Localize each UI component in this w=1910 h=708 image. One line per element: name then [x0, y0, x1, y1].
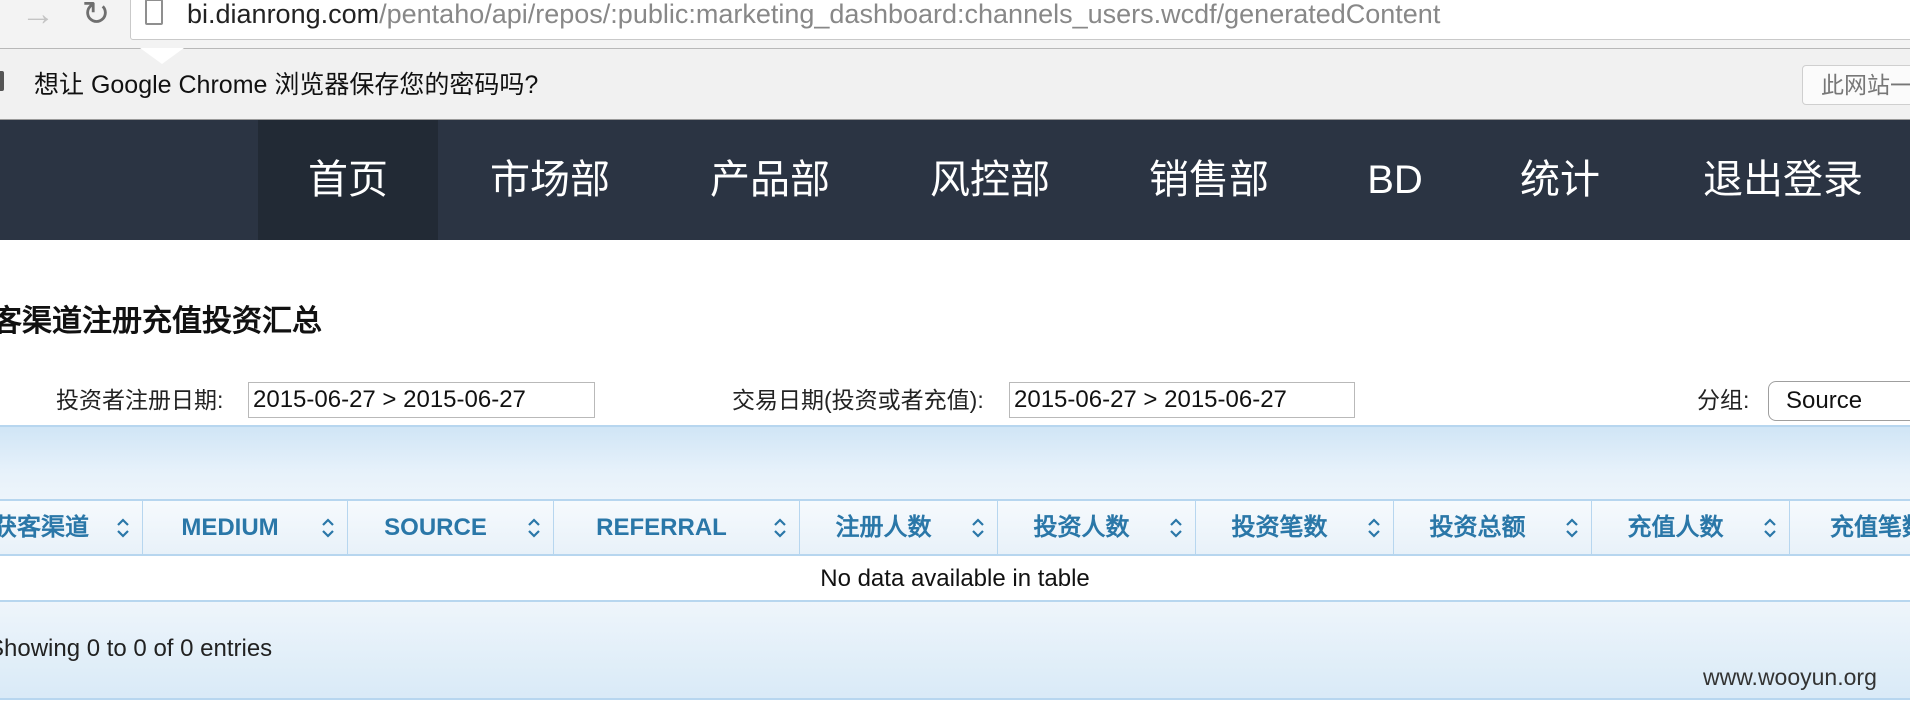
nav-item-marketing[interactable]: 市场部 — [465, 120, 635, 240]
column-header-label: 获客渠道 — [0, 514, 89, 541]
column-header-registrations[interactable]: 注册人数 — [800, 501, 998, 554]
table-header: 获客渠道 MEDIUM SOURCE REFERRAL 注册人数 投资人数 投资… — [0, 499, 1910, 556]
sort-icon — [322, 518, 334, 538]
url-text[interactable]: bi.dianrong.com/pentaho/api/repos/:publi… — [187, 0, 1440, 29]
group-label: 分组: — [1697, 387, 1750, 413]
url-host: bi.dianrong.com — [187, 0, 380, 29]
trade-date-range-input[interactable]: 2015-06-27 > 2015-06-27 — [1009, 382, 1355, 418]
sort-icon — [117, 518, 129, 538]
infobar-message: 想让 Google Chrome 浏览器保存您的密码吗? — [34, 71, 539, 99]
column-header-investment-count[interactable]: 投资笔数 — [1196, 501, 1394, 554]
column-header-source[interactable]: SOURCE — [348, 501, 554, 554]
address-bar[interactable]: bi.dianrong.com/pentaho/api/repos/:publi… — [130, 0, 1910, 40]
sort-icon — [774, 518, 786, 538]
page-title: 客渠道注册充值投资汇总 — [0, 305, 322, 338]
column-header-investors[interactable]: 投资人数 — [998, 501, 1196, 554]
infobar-pointer — [140, 48, 184, 64]
column-header-investment-total[interactable]: 投资总额 — [1394, 501, 1592, 554]
column-header-medium[interactable]: MEDIUM — [143, 501, 348, 554]
register-date-label: 投资者注册日期: — [56, 387, 224, 413]
key-icon — [0, 71, 4, 91]
nav-item-sales[interactable]: 销售部 — [1124, 120, 1294, 240]
column-header-label: 充值人数 — [1627, 514, 1724, 541]
column-header-referral[interactable]: REFERRAL — [554, 501, 800, 554]
nav-item-risk[interactable]: 风控部 — [905, 120, 1075, 240]
nav-item-home[interactable]: 首页 — [258, 120, 438, 240]
table-toolbar — [0, 425, 1910, 500]
column-header-channel[interactable]: 获客渠道 — [0, 501, 143, 554]
sort-icon — [1566, 518, 1578, 538]
sort-icon — [1170, 518, 1182, 538]
browser-toolbar: → ↻ bi.dianrong.com/pentaho/api/repos/:p… — [0, 0, 1910, 48]
reload-icon[interactable]: ↻ — [76, 0, 116, 31]
url-path: /pentaho/api/repos/:public:marketing_das… — [379, 0, 1441, 29]
back-arrow-icon[interactable]: → — [18, 0, 58, 31]
sort-icon — [528, 518, 540, 538]
nav-item-stats[interactable]: 统计 — [1500, 120, 1620, 240]
channels-table: 获客渠道 MEDIUM SOURCE REFERRAL 注册人数 投资人数 投资… — [0, 425, 1910, 700]
column-header-label: 投资笔数 — [1231, 514, 1328, 541]
table-footer: Showing 0 to 0 of 0 entries — [0, 602, 1910, 700]
sort-icon — [972, 518, 984, 538]
infobar-never-button[interactable]: 此网站一 — [1802, 65, 1910, 105]
column-header-recharge-users[interactable]: 充值人数 — [1592, 501, 1790, 554]
password-infobar: 想让 Google Chrome 浏览器保存您的密码吗? 此网站一 — [0, 48, 1910, 120]
browser-window: → ↻ bi.dianrong.com/pentaho/api/repos/:p… — [0, 0, 1910, 708]
group-select[interactable]: Source — [1768, 381, 1910, 421]
nav-item-logout[interactable]: 退出登录 — [1683, 120, 1883, 240]
watermark: www.wooyun.org — [1703, 664, 1877, 690]
nav-item-product[interactable]: 产品部 — [685, 120, 855, 240]
sort-icon — [1764, 518, 1776, 538]
page-icon — [145, 0, 163, 25]
sort-icon — [1368, 518, 1380, 538]
column-header-recharge-count[interactable]: 充值笔数 — [1790, 501, 1910, 554]
main-navigation: 首页 市场部 产品部 风控部 销售部 BD 统计 退出登录 — [0, 120, 1910, 240]
trade-date-label: 交易日期(投资或者充值): — [732, 387, 984, 413]
register-date-range-input[interactable]: 2015-06-27 > 2015-06-27 — [248, 382, 595, 418]
column-header-label: MEDIUM — [181, 514, 279, 541]
column-header-label: 充值笔数 — [1830, 514, 1910, 541]
column-header-label: 注册人数 — [835, 514, 932, 541]
column-header-label: REFERRAL — [596, 514, 727, 541]
empty-table-message: No data available in table — [0, 556, 1910, 602]
column-header-label: 投资总额 — [1429, 514, 1526, 541]
column-header-label: 投资人数 — [1033, 514, 1130, 541]
table-info: Showing 0 to 0 of 0 entries — [0, 635, 273, 662]
nav-item-bd[interactable]: BD — [1345, 120, 1445, 240]
column-header-label: SOURCE — [384, 514, 487, 541]
